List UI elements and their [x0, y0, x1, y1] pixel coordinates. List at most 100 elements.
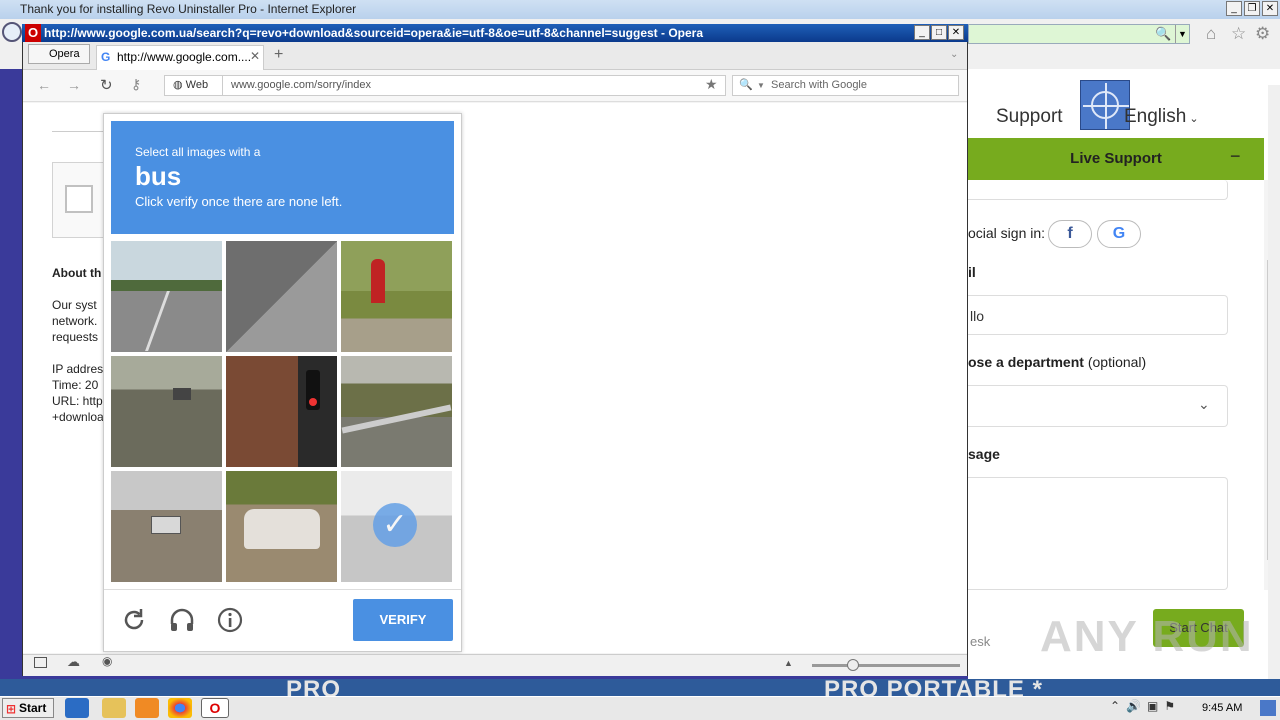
facebook-icon: f: [1067, 225, 1073, 242]
info-icon[interactable]: [216, 606, 244, 634]
captcha-instruction: Click verify once there are none left.: [135, 194, 343, 209]
captcha-tile[interactable]: [226, 356, 337, 467]
reload-icon[interactable]: [120, 606, 148, 634]
chevron-down-icon: ⌄: [1186, 113, 1199, 125]
captcha-tile[interactable]: [341, 241, 452, 352]
department-label: ose a department: [968, 354, 1084, 370]
ie-left-strip: [0, 44, 22, 68]
ie-taskbar-icon[interactable]: [65, 698, 89, 718]
start-button[interactable]: ⊞ Start: [2, 698, 54, 718]
web-label: Web: [185, 79, 209, 91]
message-textarea[interactable]: [968, 477, 1228, 590]
explorer-taskbar-icon[interactable]: [102, 698, 126, 718]
url-line-cont: +downloa: [52, 410, 104, 424]
page-scrollbar[interactable]: [1268, 85, 1280, 680]
tab-menu-icon[interactable]: ⌄: [950, 49, 958, 60]
windows-icon: ⊞: [6, 702, 17, 716]
captcha-tile[interactable]: [111, 356, 222, 467]
chevron-down-icon: ▼: [757, 81, 765, 90]
ie-title-bar: Thank you for installing Revo Uninstalle…: [0, 0, 1280, 19]
captcha-prompt: Select all images with a: [135, 145, 261, 159]
start-label: Start: [19, 701, 47, 715]
zoom-slider-track[interactable]: [812, 664, 960, 667]
facebook-signin-button[interactable]: f: [1048, 220, 1092, 248]
captcha-tile[interactable]: [111, 241, 222, 352]
maximize-icon[interactable]: □: [931, 25, 947, 40]
show-desktop-icon[interactable]: [1260, 700, 1276, 716]
search-input[interactable]: 🔍 ▼ Search with Google: [732, 75, 959, 96]
google-icon: G: [1112, 225, 1126, 242]
back-icon[interactable]: ←: [37, 77, 51, 93]
live-support-header[interactable]: Live Support: [968, 138, 1264, 180]
url-line: URL: http: [52, 394, 103, 408]
live-support-title: Live Support: [1070, 150, 1162, 167]
captcha-footer-divider: [104, 589, 461, 590]
zoom-up-icon[interactable]: ▲: [784, 658, 793, 668]
media-taskbar-icon[interactable]: [135, 698, 159, 718]
recaptcha-checkbox[interactable]: [65, 185, 93, 213]
email-field[interactable]: llo: [968, 295, 1228, 335]
close-tab-icon[interactable]: ✕: [250, 49, 260, 63]
url-text: www.google.com/sorry/index: [231, 79, 372, 91]
web-badge[interactable]: ◍ Web: [165, 76, 223, 95]
new-tab-icon[interactable]: +: [274, 46, 283, 64]
minimize-icon[interactable]: _: [914, 25, 930, 40]
captcha-tile[interactable]: [341, 356, 452, 467]
checkmark-icon: ✓: [373, 503, 417, 547]
about-text-line: requests: [52, 330, 99, 344]
home-icon[interactable]: ⌂: [1206, 24, 1216, 44]
headphones-icon[interactable]: [168, 606, 196, 634]
ls-top-field[interactable]: [968, 180, 1228, 200]
chevron-down-icon: ⌄: [1198, 396, 1210, 412]
language-label: English: [1124, 106, 1187, 127]
close-icon[interactable]: ✕: [1262, 1, 1278, 16]
nav-support[interactable]: Support: [996, 106, 1063, 128]
car-icon: [244, 509, 320, 549]
address-bar[interactable]: ◍ Web www.google.com/sorry/index ★: [164, 75, 726, 96]
reload-icon[interactable]: ↻: [100, 76, 113, 94]
search-icon[interactable]: 🔍: [1155, 26, 1171, 42]
opera-title-bar: http://www.google.com.ua/search?q=revo+d…: [22, 24, 968, 42]
opera-taskbar-icon[interactable]: O: [201, 698, 229, 718]
opera-title-text: http://www.google.com.ua/search?q=revo+d…: [44, 26, 704, 40]
forward-icon[interactable]: →: [67, 77, 81, 93]
chrome-taskbar-icon[interactable]: [168, 698, 192, 718]
opera-logo-icon: O: [25, 24, 41, 42]
about-section: About th Our syst network. requests IP a…: [52, 265, 104, 425]
key-icon[interactable]: ⚷: [131, 76, 141, 93]
panel-toggle-icon[interactable]: [34, 657, 47, 668]
nav-language[interactable]: English ⌄: [1124, 106, 1199, 128]
google-icon: G: [101, 50, 111, 64]
email-label: il: [968, 264, 976, 280]
captcha-tile[interactable]: [111, 471, 222, 582]
zoom-slider-thumb[interactable]: [847, 659, 859, 671]
ie-back-icon[interactable]: [2, 22, 22, 42]
bookmark-star-icon[interactable]: ★: [705, 75, 718, 94]
clock: 9:45 AM: [1202, 702, 1243, 714]
minimize-icon[interactable]: _: [1226, 1, 1242, 16]
verify-button[interactable]: VERIFY: [353, 599, 453, 641]
captcha-tile-selected[interactable]: ✓: [341, 471, 452, 582]
opera-menu-button[interactable]: Opera: [28, 44, 90, 64]
captcha-tile[interactable]: [226, 241, 337, 352]
about-heading: About th: [52, 266, 102, 280]
google-signin-button[interactable]: G: [1097, 220, 1141, 248]
restore-icon[interactable]: ❐: [1244, 1, 1260, 16]
tray-icons[interactable]: ⌃🔊▣⚑: [1110, 699, 1181, 713]
tab-title: http://www.google.com....: [117, 50, 252, 64]
chevron-down-icon[interactable]: ▼: [1175, 25, 1189, 43]
speed-dial-icon[interactable]: ◉: [102, 654, 112, 668]
captcha-tile[interactable]: [226, 471, 337, 582]
globe-icon: ◍: [173, 79, 183, 91]
gear-icon[interactable]: ⚙: [1255, 24, 1270, 44]
tab-google[interactable]: G http://www.google.com....: [96, 45, 264, 70]
anyrun-watermark: ANY RUN: [1040, 612, 1254, 661]
fire-hydrant-icon: [371, 259, 385, 303]
department-select[interactable]: ⌄: [968, 385, 1228, 427]
cloud-icon[interactable]: ☁: [67, 654, 80, 670]
minimize-chat-icon[interactable]: −: [1230, 146, 1241, 167]
close-icon[interactable]: ✕: [948, 25, 964, 40]
star-icon[interactable]: ☆: [1231, 24, 1246, 44]
email-value: llo: [970, 308, 985, 324]
ie-address-bar[interactable]: 🔍 ▼: [968, 24, 1190, 44]
